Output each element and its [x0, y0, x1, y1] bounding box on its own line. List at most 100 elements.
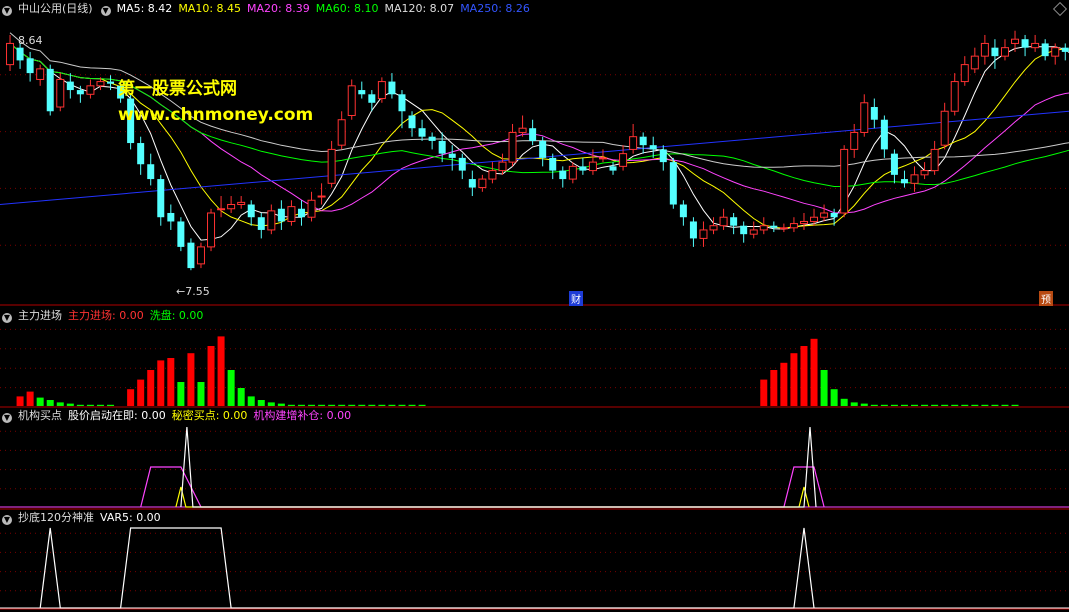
candle-up: [820, 212, 829, 218]
panel1-bar: [308, 404, 316, 406]
low-price-label: ←7.55: [176, 285, 210, 298]
panel1-bar: [398, 404, 406, 406]
collapse-arrow-icon[interactable]: ▼: [2, 413, 12, 423]
candle-down: [448, 153, 456, 158]
candle-down: [167, 212, 175, 222]
panel1-bar: [26, 391, 34, 406]
panel1-bar: [227, 370, 235, 406]
panel1-bar: [338, 404, 346, 406]
panel1-bar: [760, 379, 768, 406]
candle-down: [257, 217, 265, 230]
candle-up: [749, 229, 758, 235]
candle-down: [468, 179, 476, 188]
candle-up: [488, 170, 497, 180]
candle-up: [96, 81, 105, 87]
candle-down: [26, 58, 34, 74]
candle-down: [559, 170, 567, 180]
panel1-bar: [368, 404, 376, 406]
panel1-bar: [418, 404, 426, 406]
panel1-bar: [1001, 404, 1009, 406]
panel2-s3: 机构建增补仓: 0.00: [253, 409, 352, 422]
panel2-magenta-line: [140, 466, 825, 508]
candle-down: [1021, 39, 1029, 48]
panel1-bar: [1011, 404, 1019, 406]
candle-down: [740, 225, 748, 235]
candle-down: [137, 143, 145, 165]
collapse-arrow-icon[interactable]: ▼: [2, 6, 12, 16]
panel3-s1: VAR5: 0.00: [100, 511, 161, 524]
candle-up: [1000, 47, 1009, 57]
panel1-bar: [961, 404, 969, 406]
candle-down: [368, 94, 376, 103]
candle-up: [598, 157, 607, 160]
panel2-yellow-line: [175, 486, 810, 508]
panel1-bar: [197, 382, 205, 406]
panel1-bar: [800, 346, 808, 406]
candle-down: [539, 140, 547, 158]
collapse-arrow-icon[interactable]: ▼: [2, 515, 12, 525]
ma10-line: [9, 43, 1069, 229]
main-header: ▼ 中山公用(日线) ▼ MA5: 8.42 MA10: 8.45 MA20: 8.39 M…: [2, 2, 536, 16]
candle-up: [337, 119, 346, 146]
candle-up: [779, 227, 788, 230]
candle-down: [1061, 47, 1069, 52]
candle-down: [438, 140, 446, 154]
candle-up: [810, 216, 819, 222]
candle-up: [287, 206, 296, 222]
panel3-header: ▼ 抄底120分神准 VAR5: 0.00: [2, 511, 167, 525]
panel1-bar: [840, 398, 848, 406]
panel1-bar: [36, 397, 44, 406]
candle-up: [940, 110, 949, 146]
ma10-label: MA10: 8.45: [178, 2, 242, 15]
stock-title: 中山公用(日线): [18, 2, 93, 15]
panel1-bar: [770, 370, 778, 406]
candle-up: [860, 102, 869, 133]
candle-down: [659, 149, 667, 163]
candle-down: [730, 217, 738, 226]
candle-down: [398, 94, 406, 112]
panel1-bar: [981, 404, 989, 406]
collapse-arrow-icon[interactable]: ▼: [100, 6, 111, 16]
candle-up: [799, 220, 808, 225]
candle-down: [830, 212, 838, 218]
panel2-s1: 股价启动在即: 0.00: [68, 409, 166, 422]
candle-down: [187, 242, 195, 269]
ma120-label: MA120: 8.07: [384, 2, 455, 15]
panel1-bar: [277, 403, 285, 406]
panel1-header: ▼ 主力进场 主力进场: 0.00 洗盘: 0.00: [2, 309, 209, 323]
candle-up: [920, 170, 929, 176]
candle-down: [247, 204, 255, 218]
candle-down: [639, 136, 647, 146]
candle-up: [237, 201, 246, 206]
panel1-bar: [137, 379, 145, 406]
candle-up: [307, 199, 316, 218]
yu-tag[interactable]: 预: [1039, 291, 1053, 306]
panel1-bar: [790, 353, 798, 406]
panel1-bar: [267, 402, 275, 406]
panel1-bar: [177, 382, 185, 406]
panel1-bar: [247, 396, 255, 406]
panel1-bar: [378, 404, 386, 406]
candle-up: [789, 223, 798, 229]
panel1-bar: [107, 404, 115, 406]
candle-up: [699, 229, 708, 239]
candle-down: [76, 90, 84, 95]
panel2-white-line: [180, 426, 817, 508]
panel1-bar: [127, 389, 135, 406]
candle-down: [458, 157, 466, 171]
candle-up: [950, 81, 959, 112]
candle-up: [1011, 38, 1020, 44]
watermark-url: www.chnmoney.com: [118, 105, 314, 125]
candle-down: [689, 221, 697, 239]
candle-up: [478, 178, 487, 189]
panel1-s2: 洗盘: 0.00: [149, 309, 204, 322]
collapse-arrow-icon[interactable]: ▼: [2, 313, 12, 323]
panel1-bar: [860, 403, 868, 406]
candle-down: [408, 115, 416, 129]
candle-up: [347, 85, 356, 116]
candle-up: [588, 161, 597, 172]
panel1-bar: [951, 404, 959, 406]
panel1-bar: [187, 353, 195, 406]
cai-tag[interactable]: 财: [569, 291, 583, 306]
candle-up: [86, 85, 95, 95]
